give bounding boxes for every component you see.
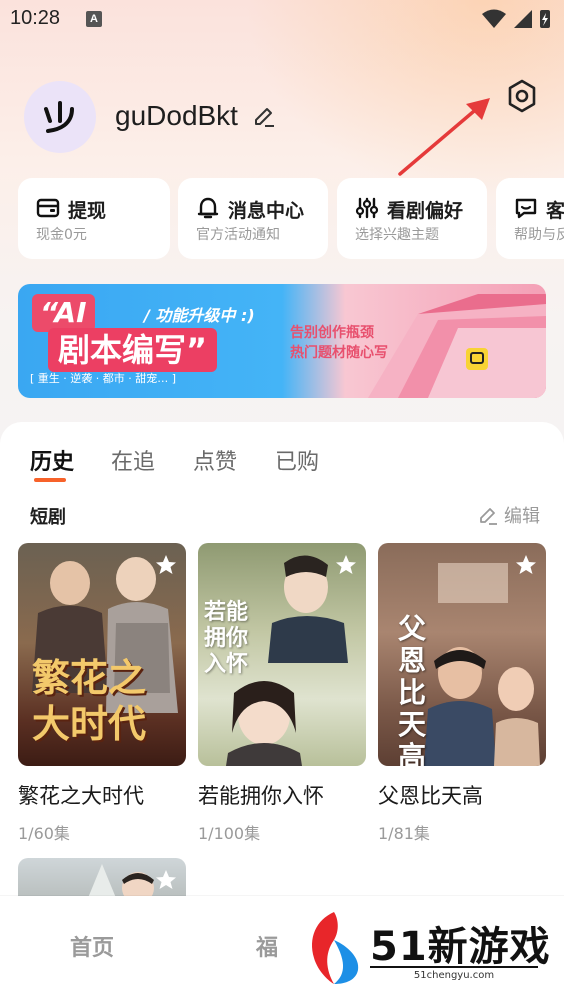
- card-subtitle: 官方活动通知: [196, 227, 280, 243]
- card-preferences[interactable]: 看剧偏好 选择兴趣主题: [337, 178, 487, 259]
- watermark-url: 51chengyu.com: [370, 966, 538, 981]
- banner-ai-label: “AI: [32, 294, 95, 332]
- drama-card[interactable]: 若能拥你入怀 若能拥你入怀 1/100集: [198, 543, 366, 844]
- status-icons: [482, 9, 550, 28]
- edit-name-icon[interactable]: [252, 104, 276, 128]
- banner-tag: / 功能升级中 :): [144, 306, 255, 325]
- drama-title: 若能拥你入怀: [198, 784, 324, 808]
- active-tab-indicator: [34, 478, 66, 482]
- card-title: 提现: [68, 200, 107, 222]
- drama-progress: 1/60集: [18, 824, 70, 843]
- sliders-icon: [355, 197, 379, 219]
- open-book-illustration: [368, 294, 546, 398]
- card-title: 客: [546, 200, 564, 222]
- favorite-star-icon[interactable]: [334, 553, 358, 577]
- poster-title: 父恩比天高: [398, 612, 427, 767]
- card-title: 看剧偏好: [387, 200, 464, 222]
- banner-genres: [ 重生 · 逆袭 · 都市 · 甜宠… ]: [30, 372, 177, 385]
- signal-icon: [514, 10, 532, 28]
- favorite-star-icon[interactable]: [154, 553, 178, 577]
- drama-poster[interactable]: 父恩比天高: [378, 543, 546, 766]
- card-service[interactable]: 客 帮助与反: [496, 178, 564, 259]
- nav-home[interactable]: 首页: [70, 930, 114, 962]
- favorite-star-icon[interactable]: [514, 553, 538, 577]
- avatar[interactable]: [24, 81, 96, 153]
- drama-poster[interactable]: [18, 858, 186, 898]
- section-title: 短剧: [30, 507, 66, 528]
- bell-icon: [197, 197, 219, 219]
- tab-liked[interactable]: 点赞: [193, 444, 237, 476]
- settings-icon[interactable]: [505, 79, 539, 113]
- drama-card[interactable]: 父恩比天高 父恩比天高 1/81集: [378, 543, 546, 844]
- card-subtitle: 现金0元: [36, 227, 87, 243]
- tab-purchased[interactable]: 已购: [275, 444, 319, 476]
- chat-icon: [515, 198, 537, 219]
- status-time: 10:28: [10, 7, 61, 29]
- drama-poster[interactable]: 繁花之大时代: [18, 543, 186, 766]
- card-subtitle: 选择兴趣主题: [355, 227, 439, 243]
- wifi-icon: [482, 9, 506, 28]
- favorite-star-icon[interactable]: [154, 868, 178, 892]
- watermark-text: 51新游戏: [370, 924, 551, 970]
- poster-title: 繁花之大时代: [32, 655, 147, 746]
- drama-progress: 1/100集: [198, 824, 261, 843]
- tab-following[interactable]: 在追: [111, 444, 155, 476]
- drama-progress: 1/81集: [378, 824, 430, 843]
- notification-app-icon: A: [86, 11, 102, 27]
- drama-title: 繁花之大时代: [18, 784, 144, 808]
- card-title: 消息中心: [228, 200, 305, 222]
- status-bar: 10:28 A: [0, 0, 564, 40]
- drama-card[interactable]: 繁花之大时代 繁花之大时代 1/60集: [18, 543, 186, 844]
- edit-icon: [480, 508, 497, 525]
- edit-button[interactable]: 编辑: [478, 502, 540, 528]
- poster-title: 若能拥你入怀: [204, 599, 249, 677]
- banner-title: 剧本编写”: [48, 328, 218, 372]
- annotation-arrow: [398, 98, 490, 176]
- username: guDodBkt: [115, 100, 238, 131]
- drama-title: 父恩比天高: [378, 784, 483, 808]
- avatar-face-icon: [44, 101, 74, 133]
- wallet-icon: [36, 198, 60, 218]
- tab-history[interactable]: 历史: [30, 444, 74, 476]
- drama-poster[interactable]: 若能拥你入怀: [198, 543, 366, 766]
- ai-script-banner[interactable]: “AI / 功能升级中 :) 剧本编写” [ 重生 · 逆袭 · 都市 · 甜宠…: [18, 284, 546, 398]
- edit-label: 编辑: [504, 506, 540, 527]
- card-messages[interactable]: 消息中心 官方活动通知: [178, 178, 328, 259]
- nav-welfare[interactable]: 福: [256, 930, 278, 962]
- watermark: 51新游戏 51chengyu.com: [304, 908, 550, 990]
- card-withdraw[interactable]: 提现 现金0元: [18, 178, 170, 259]
- watermark-logo-icon: [312, 912, 359, 984]
- card-subtitle: 帮助与反: [514, 227, 564, 243]
